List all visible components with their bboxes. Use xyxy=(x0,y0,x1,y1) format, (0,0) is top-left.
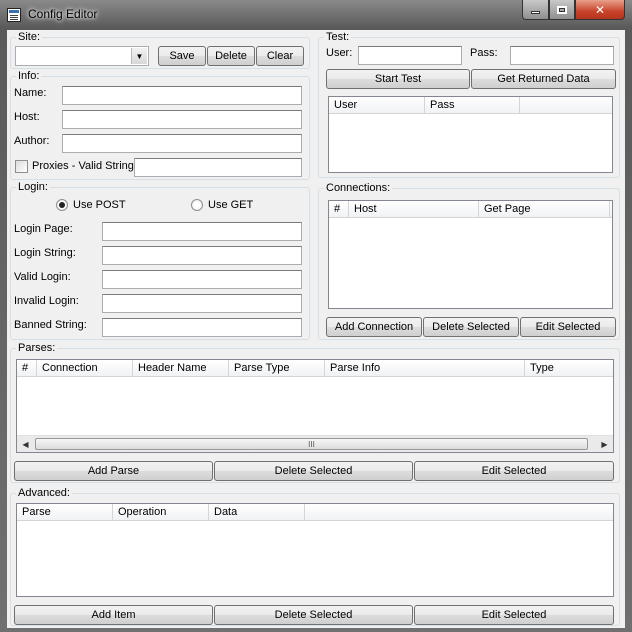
advanced-list[interactable]: Parse Operation Data xyxy=(16,503,614,597)
test-pass-label: Pass: xyxy=(470,47,498,59)
column-header-number[interactable]: # xyxy=(329,201,349,218)
delete-item-button[interactable]: Delete Selected xyxy=(214,605,413,625)
delete-button[interactable]: Delete xyxy=(207,46,255,66)
invalid-login-label: Invalid Login: xyxy=(14,295,79,307)
login-page-label: Login Page: xyxy=(14,223,73,235)
column-header-parse-info[interactable]: Parse Info xyxy=(325,360,525,377)
chevron-down-icon[interactable]: ▼ xyxy=(131,48,147,64)
author-field[interactable] xyxy=(62,134,302,153)
name-label: Name: xyxy=(14,87,47,99)
edit-parse-button[interactable]: Edit Selected xyxy=(414,461,614,481)
valid-login-field[interactable] xyxy=(102,270,302,289)
name-field[interactable] xyxy=(62,86,302,105)
parses-legend: Parses: xyxy=(16,342,58,354)
delete-connection-button[interactable]: Delete Selected xyxy=(423,317,519,337)
add-parse-button[interactable]: Add Parse xyxy=(14,461,213,481)
host-field[interactable] xyxy=(62,110,302,129)
login-page-field[interactable] xyxy=(102,222,302,241)
minimize-icon xyxy=(531,11,540,14)
column-header-user[interactable]: User xyxy=(329,97,425,114)
connections-list[interactable]: # Host Get Page xyxy=(328,200,613,309)
start-test-button[interactable]: Start Test xyxy=(326,69,470,89)
test-pass-field[interactable] xyxy=(510,46,614,65)
login-string-label: Login String: xyxy=(14,247,76,259)
parses-header: # Connection Header Name Parse Type Pars… xyxy=(17,360,613,377)
column-header-parse-type[interactable]: Parse Type xyxy=(229,360,325,377)
get-returned-data-button[interactable]: Get Returned Data xyxy=(471,69,616,89)
scrollbar-grip: III xyxy=(308,439,315,449)
use-get-label: Use GET xyxy=(208,199,254,211)
application-window: Config Editor ✕ Site: ▼ Save Delete Clea… xyxy=(0,0,632,632)
delete-parse-button[interactable]: Delete Selected xyxy=(214,461,413,481)
add-connection-button[interactable]: Add Connection xyxy=(326,317,422,337)
proxies-label: Proxies - Valid String xyxy=(32,160,134,172)
use-post-radio[interactable] xyxy=(56,199,68,211)
site-combo[interactable]: ▼ xyxy=(15,46,149,66)
close-icon: ✕ xyxy=(594,2,606,17)
clear-button[interactable]: Clear xyxy=(256,46,304,66)
connections-header: # Host Get Page xyxy=(329,201,612,218)
proxies-checkbox[interactable] xyxy=(15,160,28,173)
login-string-field[interactable] xyxy=(102,246,302,265)
parses-list[interactable]: # Connection Header Name Parse Type Pars… xyxy=(16,359,614,453)
maximize-button[interactable] xyxy=(549,0,575,20)
column-header-host[interactable]: Host xyxy=(349,201,479,218)
column-header-operation[interactable]: Operation xyxy=(113,504,209,521)
connections-legend: Connections: xyxy=(324,182,393,194)
use-post-label: Use POST xyxy=(73,199,126,211)
client-area: Site: ▼ Save Delete Clear Info: Name: Ho… xyxy=(7,30,625,628)
minimize-button[interactable] xyxy=(522,0,549,20)
edit-connection-button[interactable]: Edit Selected xyxy=(520,317,616,337)
scroll-left-icon[interactable]: ◀ xyxy=(17,436,34,452)
column-header-type[interactable]: Type xyxy=(525,360,613,377)
host-label: Host: xyxy=(14,111,40,123)
column-header-number[interactable]: # xyxy=(17,360,37,377)
close-button[interactable]: ✕ xyxy=(575,0,625,20)
maximize-icon xyxy=(557,5,567,14)
invalid-login-field[interactable] xyxy=(102,294,302,313)
test-results-list[interactable]: User Pass xyxy=(328,96,613,173)
proxies-valid-string-field[interactable] xyxy=(134,158,302,177)
title-bar[interactable]: Config Editor ✕ xyxy=(0,0,632,30)
column-header-connection[interactable]: Connection xyxy=(37,360,133,377)
app-icon[interactable] xyxy=(7,8,21,22)
edit-item-button[interactable]: Edit Selected xyxy=(414,605,614,625)
column-header-parse[interactable]: Parse xyxy=(17,504,113,521)
save-button[interactable]: Save xyxy=(158,46,206,66)
test-legend: Test: xyxy=(324,31,352,43)
use-get-radio[interactable] xyxy=(191,199,203,211)
column-header-pass[interactable]: Pass xyxy=(425,97,520,114)
column-header-data[interactable]: Data xyxy=(209,504,305,521)
test-user-field[interactable] xyxy=(358,46,462,65)
add-item-button[interactable]: Add Item xyxy=(14,605,213,625)
banned-string-label: Banned String: xyxy=(14,319,87,331)
window-title: Config Editor xyxy=(28,7,98,21)
advanced-legend: Advanced: xyxy=(16,487,72,499)
scrollbar-thumb[interactable]: III xyxy=(35,438,588,450)
test-user-label: User: xyxy=(326,47,353,59)
parses-horizontal-scrollbar[interactable]: ◀ III ▶ xyxy=(17,435,613,452)
valid-login-label: Valid Login: xyxy=(14,271,71,283)
banned-string-field[interactable] xyxy=(102,318,302,337)
column-header-get-page[interactable]: Get Page xyxy=(479,201,610,218)
login-legend: Login: xyxy=(16,181,50,193)
test-results-header: User Pass xyxy=(329,97,612,114)
advanced-header: Parse Operation Data xyxy=(17,504,613,521)
author-label: Author: xyxy=(14,135,50,147)
scroll-right-icon[interactable]: ▶ xyxy=(596,436,613,452)
column-header-header-name[interactable]: Header Name xyxy=(133,360,229,377)
info-legend: Info: xyxy=(16,70,42,82)
site-legend: Site: xyxy=(16,31,43,43)
